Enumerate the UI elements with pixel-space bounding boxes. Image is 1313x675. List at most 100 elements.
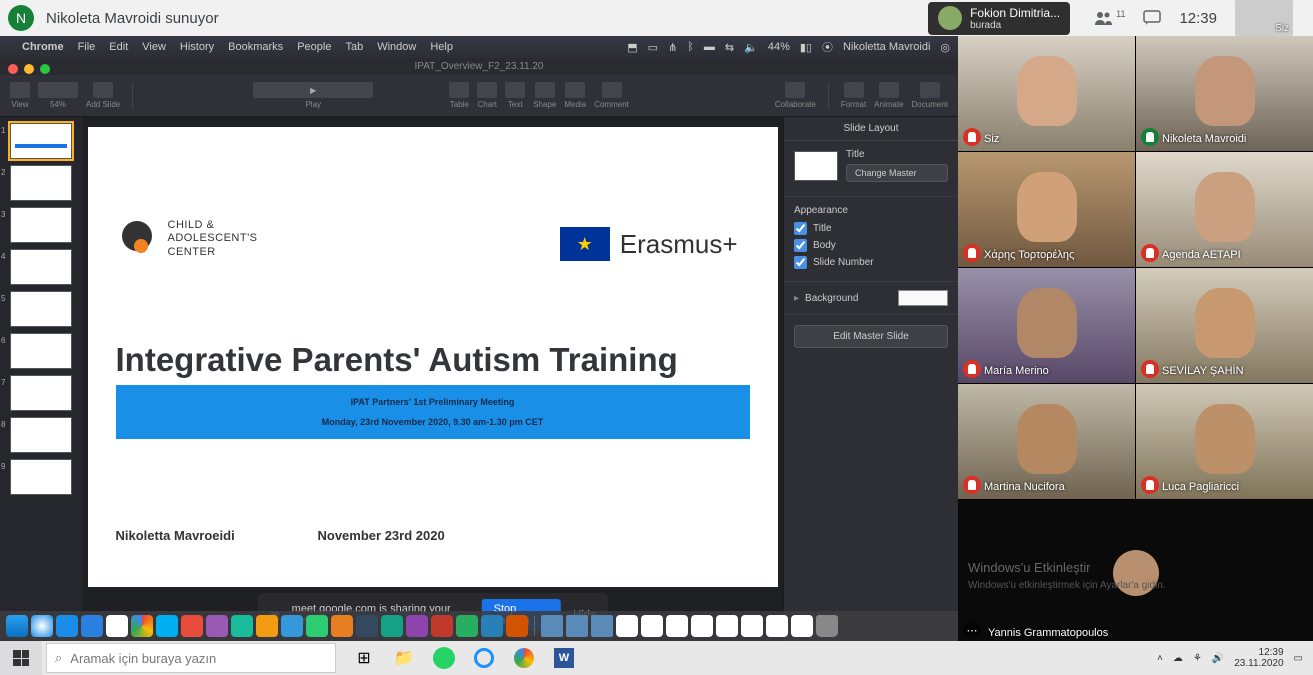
chart-tool[interactable]: Chart	[477, 82, 497, 109]
app-icon[interactable]	[381, 615, 403, 637]
maximize-button[interactable]	[40, 64, 50, 74]
dock-doc-icon[interactable]	[641, 615, 663, 637]
app-icon[interactable]	[506, 615, 528, 637]
dock-doc-icon[interactable]	[616, 615, 638, 637]
app-icon[interactable]	[306, 615, 328, 637]
start-button[interactable]	[0, 641, 42, 675]
comment-tool[interactable]: Comment	[594, 82, 629, 109]
dropbox-icon[interactable]: ⬒	[627, 41, 637, 54]
whatsapp-icon[interactable]	[426, 643, 462, 673]
layout-preview[interactable]	[794, 151, 838, 181]
animate-tool[interactable]: Animate	[874, 82, 903, 109]
finder-icon[interactable]	[6, 615, 28, 637]
slide-navigator[interactable]: 1 2 3 4 5 6 7 8 9	[0, 117, 82, 641]
menu-view[interactable]: View	[142, 41, 166, 53]
menu-edit[interactable]: Edit	[109, 41, 128, 53]
tray-cloud-icon[interactable]: ☁	[1173, 653, 1183, 664]
slide-thumb[interactable]: 7	[10, 375, 72, 411]
menu-chrome[interactable]: Chrome	[22, 41, 64, 53]
word-icon[interactable]: W	[546, 643, 582, 673]
close-button[interactable]	[8, 64, 18, 74]
slide-thumb[interactable]: 4	[10, 249, 72, 285]
slide-canvas[interactable]: CHILD & ADOLESCENT'S CENTER ★ Erasmus+ I…	[82, 117, 783, 641]
slide-thumb[interactable]: 5	[10, 291, 72, 327]
menu-people[interactable]: People	[297, 41, 331, 53]
edit-master-button[interactable]: Edit Master Slide	[794, 325, 948, 348]
participant-tile[interactable]: SEVİLAY ŞAHİN	[1136, 268, 1313, 383]
shape-tool[interactable]: Shape	[533, 82, 556, 109]
participant-tile[interactable]: Martina Nucifora	[958, 384, 1135, 499]
slide-thumb[interactable]: 9	[10, 459, 72, 495]
slide-thumb[interactable]: 2	[10, 165, 72, 201]
app-icon[interactable]	[406, 615, 428, 637]
skype-icon[interactable]	[156, 615, 178, 637]
chrome-taskbar-icon[interactable]	[506, 643, 542, 673]
safari-icon[interactable]	[31, 615, 53, 637]
dock-folder-icon[interactable]	[566, 615, 588, 637]
tray-wifi-icon[interactable]: ⚘	[1193, 653, 1202, 664]
slide-thumb[interactable]: 3	[10, 207, 72, 243]
slide-thumb[interactable]: 6	[10, 333, 72, 369]
app-icon[interactable]	[331, 615, 353, 637]
app-icon[interactable]	[431, 615, 453, 637]
arrows-icon[interactable]: ⇆	[725, 41, 734, 54]
participant-tile[interactable]: Nikoleta Mavroidi	[1136, 36, 1313, 151]
title-checkbox[interactable]: Title	[794, 222, 948, 235]
menu-help[interactable]: Help	[430, 41, 453, 53]
calendar-icon[interactable]	[106, 615, 128, 637]
zoom-tool[interactable]: 54%	[38, 82, 78, 109]
document-tool[interactable]: Document	[912, 82, 948, 109]
tray-volume-icon[interactable]: 🔊	[1212, 653, 1224, 664]
add-slide-tool[interactable]: Add Slide	[86, 82, 120, 109]
app-icon[interactable]	[181, 615, 203, 637]
app-icon[interactable]	[281, 615, 303, 637]
media-tool[interactable]: Media	[564, 82, 586, 109]
participant-tile[interactable]: María Merino	[958, 268, 1135, 383]
trash-icon[interactable]	[816, 615, 838, 637]
participant-tile[interactable]: Siz	[958, 36, 1135, 151]
user-name[interactable]: Nikoletta Mavroidi	[843, 41, 930, 53]
collaborate-tool[interactable]: Collaborate	[775, 82, 816, 109]
explorer-icon[interactable]: 📁	[386, 643, 422, 673]
mail-icon[interactable]	[81, 615, 103, 637]
dock-doc-icon[interactable]	[666, 615, 688, 637]
bluetooth-icon[interactable]: ᛒ	[687, 41, 694, 53]
volume-icon[interactable]: 🔈	[744, 41, 758, 54]
app-icon[interactable]	[456, 615, 478, 637]
dock-doc-icon[interactable]	[791, 615, 813, 637]
minimize-button[interactable]	[24, 64, 34, 74]
join-notification[interactable]: Fokion Dimitria... burada	[928, 2, 1070, 35]
menu-file[interactable]: File	[78, 41, 96, 53]
participant-tile-wide[interactable]: Windows'u Etkinleştir Windows'u etkinleş…	[958, 500, 1313, 645]
background-label[interactable]: Background	[805, 293, 858, 304]
notification-center-icon[interactable]: ▭	[1294, 653, 1303, 664]
change-master-button[interactable]: Change Master	[846, 164, 948, 182]
format-tool[interactable]: Format	[841, 82, 866, 109]
slidenum-checkbox[interactable]: Slide Number	[794, 256, 948, 269]
dock-doc-icon[interactable]	[741, 615, 763, 637]
menu-window[interactable]: Window	[377, 41, 416, 53]
participants-button[interactable]: 11	[1094, 10, 1125, 26]
tray-chevron-icon[interactable]: ˄	[1157, 653, 1163, 664]
table-tool[interactable]: Table	[449, 82, 469, 109]
more-icon[interactable]: ⋯	[963, 621, 981, 639]
dock-doc-icon[interactable]	[766, 615, 788, 637]
ie-icon[interactable]	[466, 643, 502, 673]
slide-thumb[interactable]: 1	[10, 123, 72, 159]
tray-clock[interactable]: 12:39 23.11.2020	[1234, 647, 1283, 669]
task-view-button[interactable]: ⊞	[346, 643, 382, 673]
text-tool[interactable]: Text	[505, 82, 525, 109]
flag-icon[interactable]: ▬	[704, 41, 715, 53]
background-swatch[interactable]	[898, 290, 948, 306]
dock-doc-icon[interactable]	[691, 615, 713, 637]
app-icon[interactable]	[481, 615, 503, 637]
participant-tile[interactable]: Χάρης Τορτορέλης	[958, 152, 1135, 267]
slide-thumb[interactable]: 8	[10, 417, 72, 453]
spotlight-icon[interactable]: ⦿	[822, 39, 833, 55]
chrome-icon[interactable]	[131, 615, 153, 637]
participant-tile[interactable]: Agenda AETAPI	[1136, 152, 1313, 267]
siri-icon[interactable]: ◎	[940, 41, 950, 54]
search-box[interactable]: ⌕ Aramak için buraya yazın	[46, 643, 336, 673]
play-tool[interactable]: ▶Play	[253, 82, 373, 109]
app-icon[interactable]	[231, 615, 253, 637]
